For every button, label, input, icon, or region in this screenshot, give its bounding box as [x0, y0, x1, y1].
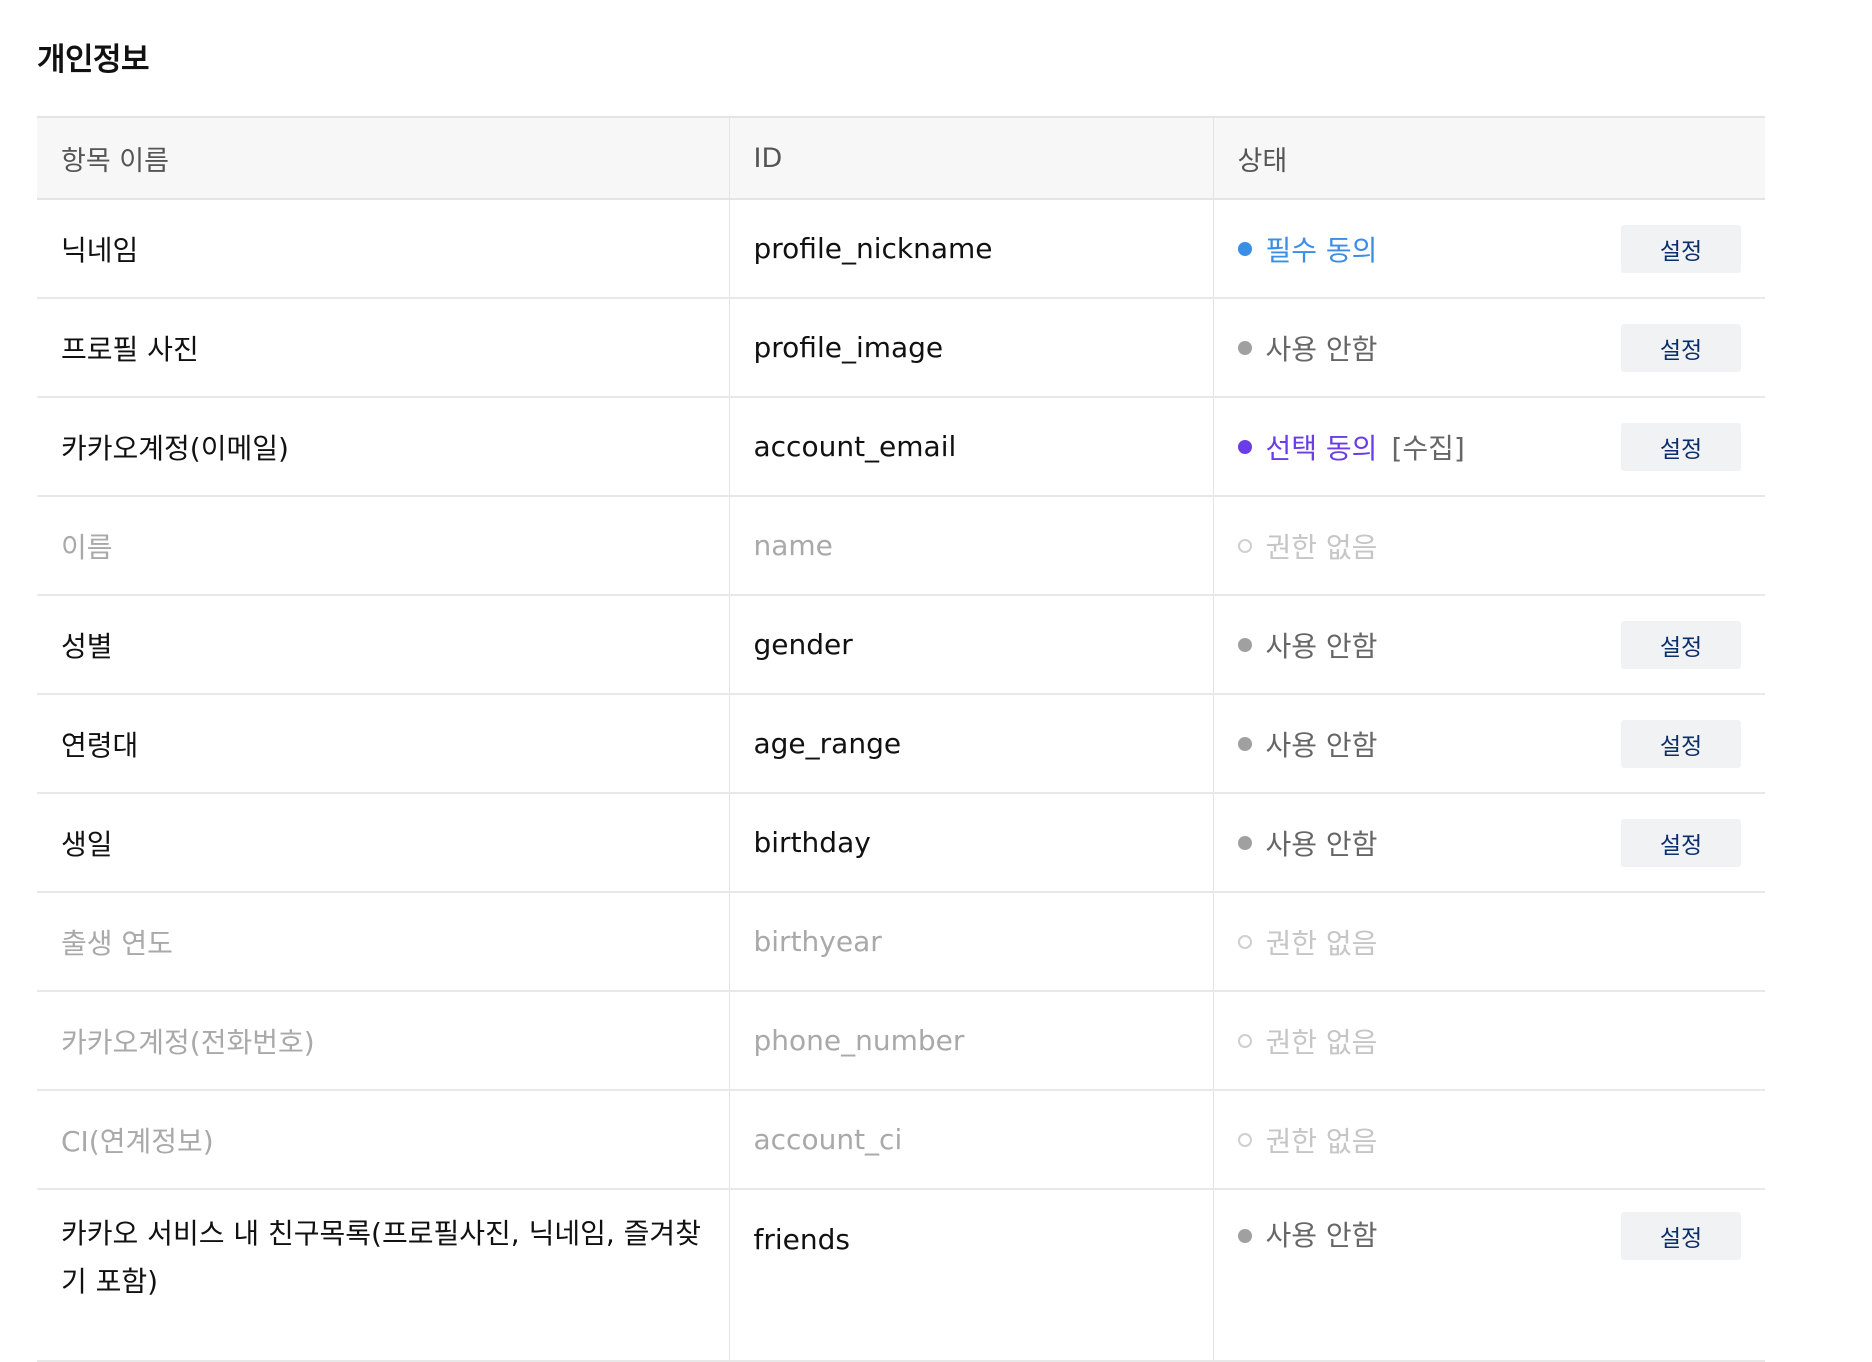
status-dot-icon — [1237, 241, 1252, 256]
status-badge: 권한 없음 — [1237, 922, 1378, 962]
table-row: 성별 gender 사용 안함 설정 — [37, 595, 1765, 695]
item-id: account_ci — [728, 1090, 1213, 1190]
item-status-cell: 사용 안함 설정 — [1212, 298, 1765, 398]
status-badge: 사용 안함 — [1237, 328, 1378, 368]
item-name: 성별 — [37, 595, 729, 695]
item-name: 이름 — [37, 496, 729, 596]
item-id: phone_number — [728, 991, 1213, 1091]
status-badge: 권한 없음 — [1237, 1120, 1378, 1160]
settings-button[interactable]: 설정 — [1621, 224, 1741, 273]
status-badge: 필수 동의 — [1237, 229, 1378, 269]
table-row: 생일 birthday 사용 안함 설정 — [37, 793, 1765, 893]
item-status-cell: 사용 안함 설정 — [1212, 694, 1765, 794]
status-text: 권한 없음 — [1265, 1025, 1378, 1059]
status-dot-icon — [1237, 637, 1252, 652]
table-header-row: 항목 이름 ID 상태 — [37, 116, 1765, 200]
settings-button[interactable]: 설정 — [1621, 719, 1741, 768]
item-status-cell: 권한 없음 — [1212, 496, 1765, 596]
status-dot-icon — [1237, 1229, 1252, 1243]
status-note: [수집] — [1391, 431, 1465, 465]
table-row: 카카오계정(전화번호) phone_number 권한 없음 — [37, 991, 1765, 1091]
table-row: 프로필 사진 profile_image 사용 안함 설정 — [37, 298, 1765, 398]
status-empty-circle-icon — [1237, 1033, 1252, 1048]
status-badge: 사용 안함 — [1237, 724, 1378, 764]
status-dot-icon — [1237, 340, 1252, 355]
status-text: 사용 안함 — [1265, 629, 1378, 663]
section-title: 개인정보 — [37, 42, 150, 78]
page: 개인정보 항목 이름 ID 상태 닉네임 profile_nickname 필수… — [0, 0, 1872, 1362]
item-id: age_range — [728, 694, 1213, 794]
status-dot-icon — [1237, 835, 1252, 850]
status-text: 권한 없음 — [1265, 926, 1378, 960]
status-text: 사용 안함 — [1265, 728, 1378, 762]
status-empty-circle-icon — [1237, 538, 1252, 553]
item-id: profile_image — [728, 298, 1213, 398]
item-status-cell: 권한 없음 — [1212, 892, 1765, 992]
header-status: 상태 — [1212, 116, 1765, 200]
item-id: profile_nickname — [728, 199, 1213, 299]
status-badge: 선택 동의 [수집] — [1237, 427, 1465, 467]
status-badge: 권한 없음 — [1237, 526, 1378, 566]
item-status-cell: 사용 안함 설정 — [1212, 1189, 1765, 1362]
header-id: ID — [728, 116, 1213, 200]
item-name: 연령대 — [37, 694, 729, 794]
status-dot-icon — [1237, 439, 1252, 454]
item-id: name — [728, 496, 1213, 596]
header-item-name: 항목 이름 — [37, 116, 729, 200]
table-row: 출생 연도 birthyear 권한 없음 — [37, 892, 1765, 992]
status-badge: 권한 없음 — [1237, 1021, 1378, 1061]
table-row: 카카오 서비스 내 친구목록(프로필사진, 닉네임, 즐겨찾기 포함) frie… — [37, 1189, 1765, 1362]
status-empty-circle-icon — [1237, 1132, 1252, 1147]
settings-button[interactable]: 설정 — [1621, 620, 1741, 669]
item-status-cell: 권한 없음 — [1212, 991, 1765, 1091]
item-id: friends — [728, 1189, 1213, 1362]
item-status-cell: 필수 동의 설정 — [1212, 199, 1765, 299]
settings-button[interactable]: 설정 — [1621, 323, 1741, 372]
item-id: birthyear — [728, 892, 1213, 992]
status-text: 사용 안함 — [1265, 1219, 1378, 1252]
item-name: 카카오 서비스 내 친구목록(프로필사진, 닉네임, 즐겨찾기 포함) — [37, 1189, 729, 1362]
table-row: 카카오계정(이메일) account_email 선택 동의 [수집] 설정 — [37, 397, 1765, 497]
settings-button[interactable]: 설정 — [1621, 818, 1741, 867]
table-row: 연령대 age_range 사용 안함 설정 — [37, 694, 1765, 794]
item-name: 카카오계정(전화번호) — [37, 991, 729, 1091]
item-id: birthday — [728, 793, 1213, 893]
consent-items-table: 항목 이름 ID 상태 닉네임 profile_nickname 필수 동의 설… — [37, 116, 1765, 1362]
table-row: CI(연계정보) account_ci 권한 없음 — [37, 1090, 1765, 1190]
item-id: gender — [728, 595, 1213, 695]
item-status-cell: 권한 없음 — [1212, 1090, 1765, 1190]
status-text: 필수 동의 — [1265, 233, 1378, 267]
item-name: 카카오계정(이메일) — [37, 397, 729, 497]
table-row: 이름 name 권한 없음 — [37, 496, 1765, 596]
status-badge: 사용 안함 — [1237, 1212, 1378, 1260]
settings-button[interactable]: 설정 — [1621, 1212, 1741, 1260]
item-status-cell: 사용 안함 설정 — [1212, 595, 1765, 695]
item-name: 생일 — [37, 793, 729, 893]
item-id: account_email — [728, 397, 1213, 497]
status-dot-icon — [1237, 736, 1252, 751]
status-text: 선택 동의 — [1265, 431, 1378, 465]
status-badge: 사용 안함 — [1237, 625, 1378, 665]
item-name: 프로필 사진 — [37, 298, 729, 398]
status-text: 권한 없음 — [1265, 1124, 1378, 1158]
status-text: 사용 안함 — [1265, 332, 1378, 366]
item-status-cell: 사용 안함 설정 — [1212, 793, 1765, 893]
item-name: CI(연계정보) — [37, 1090, 729, 1190]
status-badge: 사용 안함 — [1237, 823, 1378, 863]
item-name: 닉네임 — [37, 199, 729, 299]
item-status-cell: 선택 동의 [수집] 설정 — [1212, 397, 1765, 497]
item-name: 출생 연도 — [37, 892, 729, 992]
status-text: 권한 없음 — [1265, 530, 1378, 564]
status-empty-circle-icon — [1237, 934, 1252, 949]
settings-button[interactable]: 설정 — [1621, 422, 1741, 471]
status-text: 사용 안함 — [1265, 827, 1378, 861]
table-row: 닉네임 profile_nickname 필수 동의 설정 — [37, 199, 1765, 299]
